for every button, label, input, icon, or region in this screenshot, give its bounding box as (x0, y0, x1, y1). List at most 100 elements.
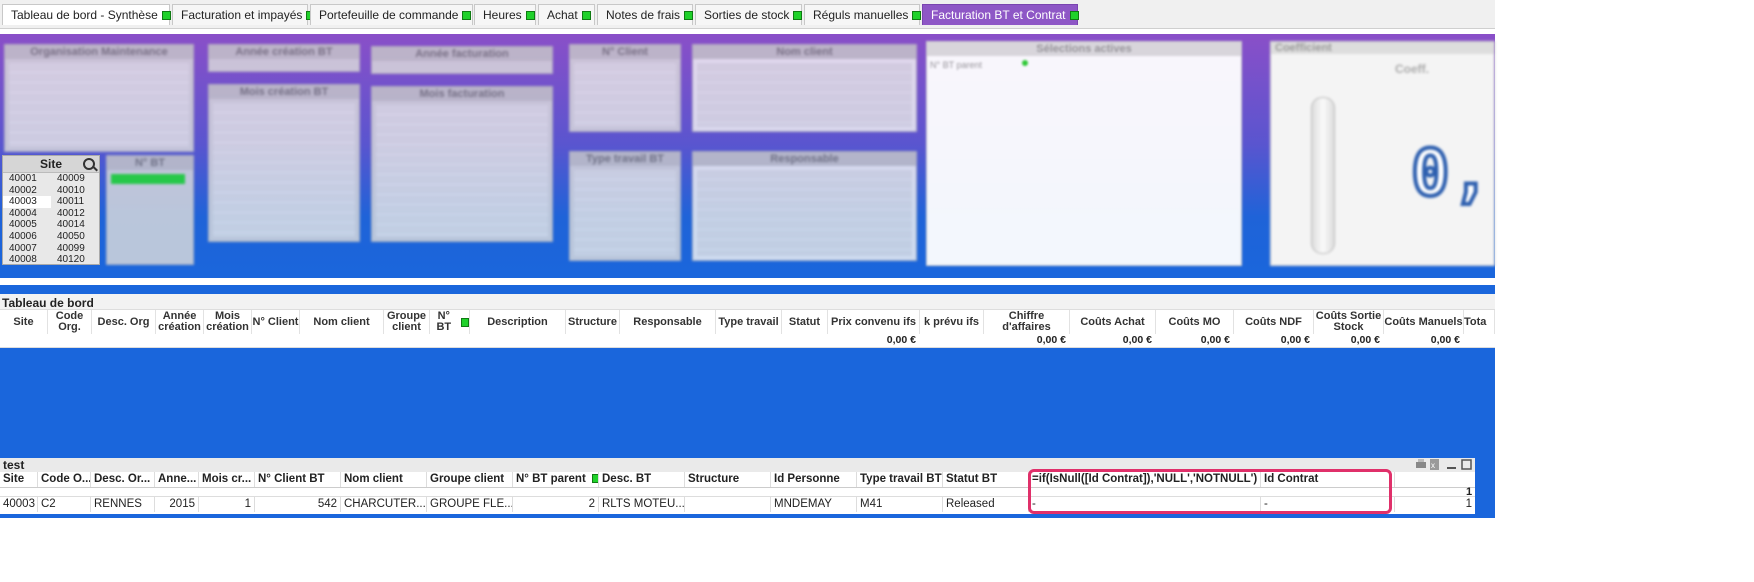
listbox-n-client[interactable]: N° Client (569, 44, 681, 132)
listbox-type-travail[interactable]: Type travail BT (569, 151, 681, 261)
tab-reguls-manuelles[interactable]: Réguls manuelles (804, 4, 922, 25)
tab-achat[interactable]: Achat (538, 4, 595, 25)
status-dot-icon (793, 11, 803, 21)
tab-heures[interactable]: Heures (474, 4, 536, 25)
coefficient-gauge-box: Coefficient Coeff. 0,0 (1270, 41, 1495, 266)
listbox-title: Nom client (693, 45, 916, 59)
column-header[interactable]: Mois cr... (199, 472, 255, 487)
listbox-annee-creation[interactable]: Année création BT (208, 44, 360, 72)
column-header[interactable]: Site (0, 472, 38, 487)
column-header[interactable]: Structure (566, 310, 620, 334)
listbox-mois-creation[interactable]: Mois création BT (208, 84, 360, 242)
listbox-title: Mois création BT (209, 85, 359, 99)
maximize-icon[interactable] (1461, 459, 1473, 470)
column-header[interactable]: Structure (685, 472, 771, 487)
column-header[interactable]: Prix convenu ifs (828, 310, 920, 334)
column-header[interactable]: Id Personne (771, 472, 857, 487)
column-header[interactable]: Type travail (716, 310, 782, 334)
tab-portefeuille-commande[interactable]: Portefeuille de commande (310, 4, 473, 25)
listbox-mois-facturation[interactable]: Mois facturation (371, 86, 553, 242)
column-header[interactable]: Code O... (38, 472, 91, 487)
list-item[interactable]: 40004 (3, 208, 51, 220)
column-header[interactable]: Coûts Sortie Stock (1314, 310, 1384, 334)
column-header[interactable]: Coûts Manuels (1384, 310, 1464, 334)
column-header[interactable]: k prévu ifs (920, 310, 984, 334)
status-dot-icon (912, 11, 922, 21)
column-header[interactable]: Chiffre d'affaires (984, 310, 1070, 334)
list-item[interactable]: 40099 (51, 243, 99, 255)
list-item[interactable]: 40120 (51, 254, 99, 266)
list-item[interactable]: 40011 (51, 196, 99, 208)
column-header[interactable]: Tota (1464, 310, 1495, 334)
export-excel-icon[interactable]: x (1430, 459, 1442, 470)
tab-label: Facturation BT et Contrat (931, 8, 1066, 22)
current-selections-box[interactable]: Sélections actives N° BT parent (926, 41, 1242, 266)
column-header[interactable]: Code Org. (48, 310, 92, 334)
list-item[interactable]: 40001 (3, 173, 51, 185)
total-cell: 0,00 € (1200, 334, 1230, 346)
column-header[interactable]: Site (0, 310, 48, 334)
list-item[interactable]: 40005 (3, 219, 51, 231)
column-header[interactable]: Nom client (300, 310, 384, 334)
column-header[interactable]: Groupe client (384, 310, 430, 334)
listbox-site[interactable]: Site 40001 40009 40002 40010 40003 40011 40… (2, 155, 100, 265)
minimize-icon[interactable] (1446, 459, 1458, 470)
list-item[interactable]: 40002 (3, 185, 51, 197)
column-header[interactable]: Anne... (155, 472, 199, 487)
table-title: test (3, 458, 25, 472)
status-dot-icon (591, 474, 598, 484)
column-header[interactable]: Coûts NDF (1234, 310, 1314, 334)
column-header[interactable]: Responsable (620, 310, 716, 334)
list-item[interactable]: 40012 (51, 208, 99, 220)
coefficient-title: Coefficient (1271, 42, 1494, 54)
totals-row: 0,00 € 0,00 € 0,00 € 0,00 € 0,00 € 0,00 … (0, 334, 1495, 348)
status-dot-icon (581, 11, 591, 21)
list-item[interactable]: 40006 (3, 231, 51, 243)
listbox-responsable[interactable]: Responsable (692, 151, 917, 261)
listbox-values (697, 170, 912, 256)
tab-tableau-de-bord-synthese[interactable]: Tableau de bord - Synthèse (2, 4, 171, 25)
column-header[interactable]: N° BT parent (513, 472, 599, 487)
column-header[interactable]: Desc. Org (92, 310, 156, 334)
column-header[interactable]: Coûts MO (1156, 310, 1234, 334)
list-item[interactable]: 40050 (51, 231, 99, 243)
column-header[interactable]: Groupe client (427, 472, 513, 487)
column-header[interactable]: Statut BT (943, 472, 1029, 487)
list-item[interactable]: 40014 (51, 219, 99, 231)
tab-sorties-de-stock[interactable]: Sorties de stock (695, 4, 803, 25)
column-header[interactable]: Desc. Or... (91, 472, 155, 487)
cell: 1 (1465, 498, 1472, 510)
column-header[interactable]: N° Client (252, 310, 300, 334)
sheet-background (0, 348, 1495, 458)
site-title: Site (39, 157, 62, 171)
column-header[interactable]: Statut (782, 310, 828, 334)
column-header[interactable]: Nom client (341, 472, 427, 487)
list-item[interactable]: 40007 (3, 243, 51, 255)
search-icon[interactable] (83, 158, 95, 170)
list-item[interactable]: 40010 (51, 185, 99, 197)
column-header[interactable]: Type travail BT (857, 472, 943, 487)
column-header[interactable]: Année création (156, 310, 204, 334)
list-item[interactable]: 40008 (3, 254, 51, 266)
listbox-nom-client[interactable]: Nom client (692, 44, 917, 132)
gauge-icon (1311, 97, 1335, 254)
column-header[interactable]: Description (470, 310, 566, 334)
tab-facturation-impayes[interactable]: Facturation et impayés (172, 4, 316, 25)
column-header[interactable]: Mois création (204, 310, 252, 334)
print-icon[interactable] (1415, 459, 1427, 470)
tab-notes-de-frais[interactable]: Notes de frais (597, 4, 694, 25)
column-header[interactable]: N° Client BT (255, 472, 341, 487)
listbox-n-bt[interactable]: N° BT (106, 155, 194, 265)
total-cell: 0,00 € (1350, 334, 1380, 346)
list-item-selected[interactable]: 40003 (3, 196, 51, 208)
total-cell: 0,00 € (886, 334, 916, 346)
column-header[interactable]: N° BT (430, 310, 470, 334)
total-cell: 0,00 € (1280, 334, 1310, 346)
listbox-organisation-maintenance[interactable]: Organisation Maintenance (4, 44, 194, 152)
cell: MNDEMAY (771, 497, 857, 512)
tab-facturation-bt-contrat[interactable]: Facturation BT et Contrat (922, 4, 1079, 25)
column-header[interactable]: Coûts Achat (1070, 310, 1156, 334)
column-header[interactable]: Desc. BT (599, 472, 685, 487)
list-item[interactable]: 40009 (51, 173, 99, 185)
listbox-annee-facturation[interactable]: Année facturation (371, 46, 553, 74)
